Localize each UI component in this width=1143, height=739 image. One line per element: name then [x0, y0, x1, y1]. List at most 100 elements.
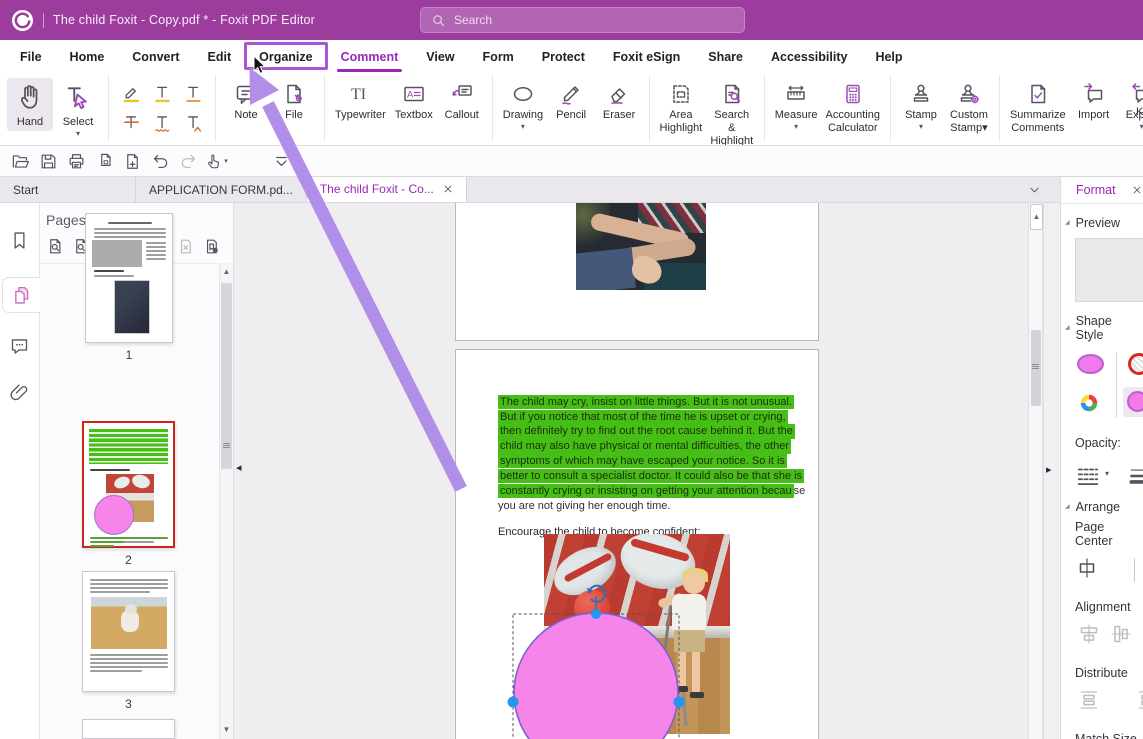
sidebar-comments-button[interactable]: [5, 331, 35, 361]
search-box[interactable]: Search: [420, 7, 745, 33]
tool-hand[interactable]: Hand: [7, 78, 53, 131]
menu-item-comment[interactable]: Comment: [327, 40, 413, 73]
tool-tm-T-caret-icon[interactable]: [183, 113, 204, 134]
resize-handle-right[interactable]: [674, 697, 685, 708]
tool-textbox[interactable]: ATextbox: [391, 78, 437, 124]
document-scrollbar[interactable]: ▲: [1028, 203, 1043, 739]
color-wheel-icon[interactable]: [1078, 392, 1100, 414]
menu-item-home[interactable]: Home: [56, 40, 119, 73]
shape-style-section-header[interactable]: ◢ Shape Style: [1065, 314, 1143, 342]
redo-icon: [179, 152, 198, 171]
tool-accounting[interactable]: Accounting Calculator: [823, 78, 883, 137]
menu-item-edit[interactable]: Edit: [194, 40, 246, 73]
print-button[interactable]: [63, 149, 89, 173]
tool-tm-T-ul2-icon[interactable]: [183, 83, 204, 104]
page-bookmark-button[interactable]: [200, 235, 222, 257]
collapse-left-panel-icon[interactable]: ◂: [236, 461, 242, 474]
customize-toolbar-button[interactable]: [268, 149, 294, 173]
save-button[interactable]: [35, 149, 61, 173]
distribute-horizontal-icon[interactable]: [1135, 688, 1143, 712]
document-scrollbar-thumb[interactable]: [1031, 330, 1041, 406]
menu-item-organize[interactable]: Organize: [245, 40, 327, 73]
extract-pages-button[interactable]: [44, 235, 66, 257]
hand-tool-button[interactable]: ▾: [203, 149, 229, 173]
menu-item-foxit-esign[interactable]: Foxit eSign: [599, 40, 694, 73]
distribute-vertical-icon[interactable]: [1077, 688, 1101, 712]
close-panel-icon[interactable]: [1132, 185, 1142, 195]
page-thumbnail-2[interactable]: [82, 421, 175, 548]
tool-stamp[interactable]: Stamp▾: [898, 78, 944, 133]
tool-file[interactable]: File: [271, 78, 317, 124]
dash-style-icon[interactable]: [1075, 463, 1101, 485]
page-thumbnail-partial[interactable]: [82, 719, 175, 739]
document-tab[interactable]: Start: [0, 177, 136, 202]
page-thumbnail-1[interactable]: [85, 213, 173, 343]
document-viewport[interactable]: The child may cry, insist on little thin…: [234, 203, 1028, 739]
menu-item-form[interactable]: Form: [469, 40, 528, 73]
tool-select[interactable]: Select▾: [55, 78, 101, 140]
tool-search-&[interactable]: Search & Highlight: [707, 78, 757, 146]
scroll-down-icon[interactable]: ▼: [220, 723, 233, 737]
line-weight-icon[interactable]: [1127, 463, 1143, 485]
tab-list-chevron-icon[interactable]: [1022, 177, 1046, 203]
sidebar-bookmarks-button[interactable]: [5, 225, 35, 255]
tool-summarize[interactable]: Summarize Comments: [1007, 78, 1069, 137]
create-from-file-button[interactable]: [91, 149, 117, 173]
tab-close-icon[interactable]: [443, 184, 453, 194]
tool-tm-T-ul-icon[interactable]: [152, 83, 173, 104]
tool-custom[interactable]: Custom Stamp▾: [946, 78, 992, 137]
page-thumbnail-3[interactable]: [82, 571, 175, 692]
tool-tm-pencil-icon[interactable]: [121, 83, 142, 104]
new-document-button[interactable]: [119, 149, 145, 173]
undo-button[interactable]: [147, 149, 173, 173]
sidebar-attachments-button[interactable]: [5, 377, 35, 407]
current-shape-swatch[interactable]: [1077, 354, 1104, 374]
doc-scroll-up-icon[interactable]: ▲: [1030, 204, 1043, 230]
menu-item-file[interactable]: File: [6, 40, 56, 73]
tool-area[interactable]: Area Highlight: [657, 78, 705, 137]
menu-item-share[interactable]: Share: [694, 40, 757, 73]
delete-page-button[interactable]: [174, 235, 196, 257]
tool-drawing[interactable]: Drawing▾: [500, 78, 546, 133]
tool-callout[interactable]: Callout: [439, 78, 485, 124]
align-vertical-icon[interactable]: [1109, 622, 1133, 646]
tool-pencil[interactable]: Pencil: [548, 78, 594, 124]
expand-right-panel-icon[interactable]: ▸: [1046, 463, 1052, 476]
pdf-page-2[interactable]: The child may cry, insist on little thin…: [455, 349, 819, 739]
menu-item-help[interactable]: Help: [861, 40, 916, 73]
red-outline-swatch[interactable]: [1128, 353, 1143, 375]
resize-handle-top[interactable]: [591, 609, 601, 619]
tool-import[interactable]: Import: [1071, 78, 1117, 124]
pdf-page-1[interactable]: [455, 203, 819, 341]
pages-scrollbar-thumb[interactable]: [221, 283, 232, 469]
sidebar-pages-button[interactable]: [2, 277, 40, 313]
menu-item-view[interactable]: View: [412, 40, 468, 73]
preview-section-header[interactable]: ◢ Preview: [1065, 216, 1143, 230]
tool-eraser[interactable]: Eraser: [596, 78, 642, 124]
custom-stamp-icon: [957, 80, 981, 107]
pages-scrollbar[interactable]: ▲ ▼: [219, 263, 233, 739]
format-tab[interactable]: Format: [1076, 183, 1116, 197]
menu-item-convert[interactable]: Convert: [118, 40, 193, 73]
resize-handle-left[interactable]: [508, 697, 519, 708]
redo-button[interactable]: [175, 149, 201, 173]
arrange-section-header[interactable]: ◢ Arrange: [1065, 500, 1143, 514]
align-horizontal-icon[interactable]: [1077, 622, 1101, 646]
tool-measure[interactable]: Measure▾: [772, 78, 821, 133]
menu-item-protect[interactable]: Protect: [528, 40, 599, 73]
pink-ellipse-annotation[interactable]: [514, 613, 678, 739]
tool-tm-T-st-icon[interactable]: [121, 113, 142, 134]
tool-tm-T-sq-icon[interactable]: [152, 113, 173, 134]
selected-color-chip[interactable]: [1123, 387, 1143, 417]
center-on-page-icon[interactable]: [1075, 556, 1099, 580]
open-button[interactable]: [7, 149, 33, 173]
scroll-up-icon[interactable]: ▲: [220, 265, 233, 279]
document-image-people[interactable]: [576, 203, 706, 290]
tool-note[interactable]: Note: [223, 78, 269, 124]
document-tab[interactable]: The child Foxit - Co...: [307, 177, 467, 202]
rotate-handle-icon[interactable]: [589, 586, 605, 602]
tool-typewriter[interactable]: TITypewriter: [332, 78, 389, 124]
dash-style-caret-icon[interactable]: ▾: [1105, 469, 1109, 478]
document-tab[interactable]: APPLICATION FORM.pd...: [136, 177, 307, 202]
menu-item-accessibility[interactable]: Accessibility: [757, 40, 861, 73]
